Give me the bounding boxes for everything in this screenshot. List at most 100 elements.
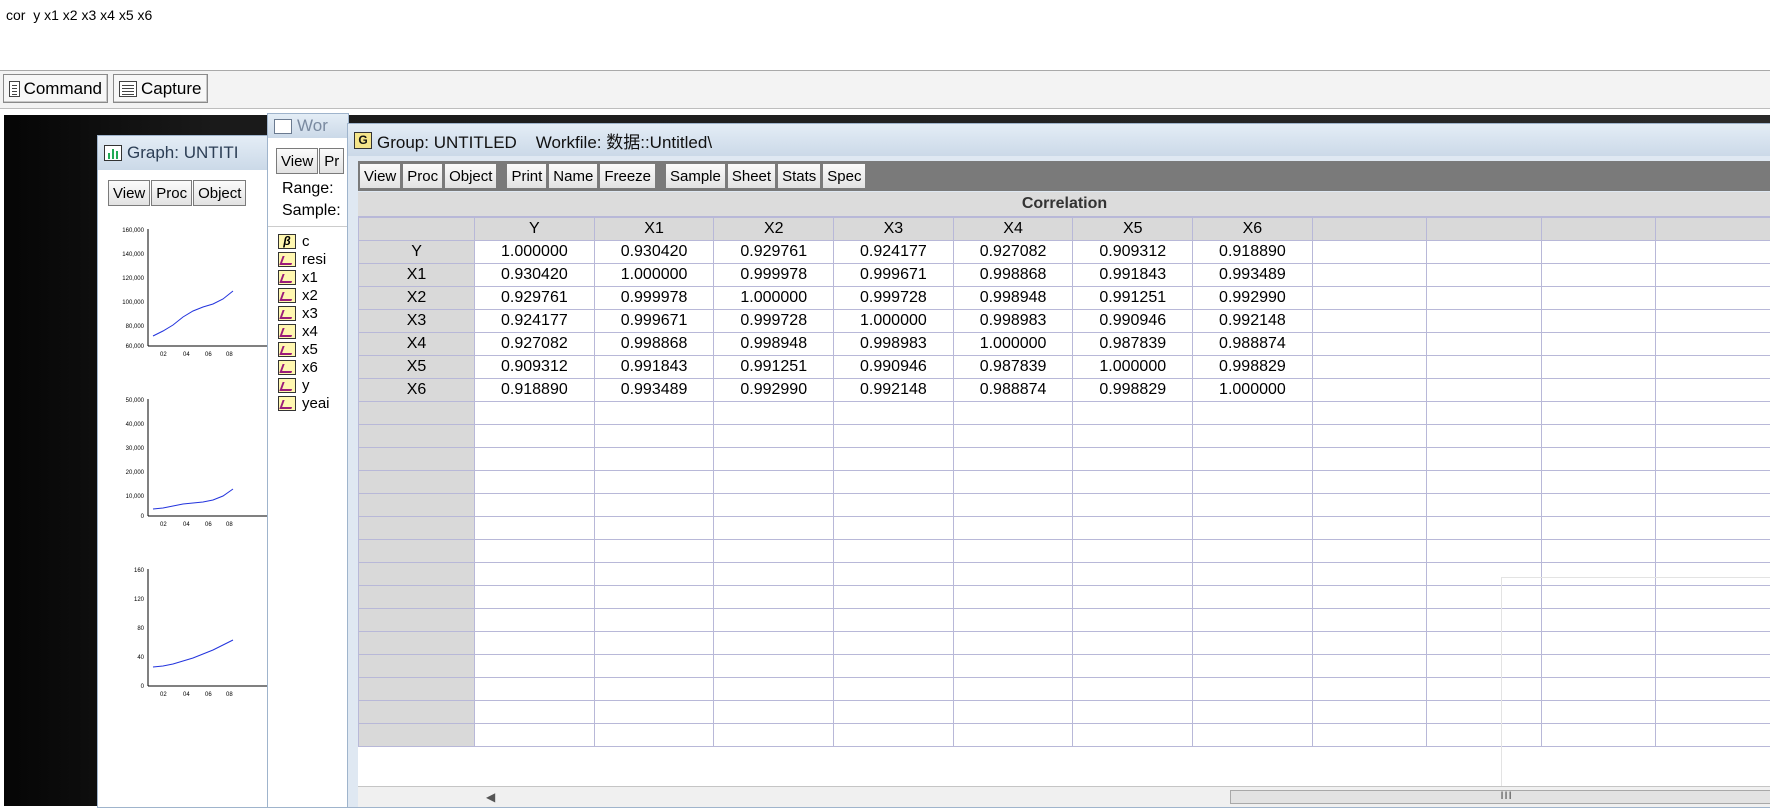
empty-cell[interactable] — [475, 563, 595, 586]
table-cell[interactable]: 0.991843 — [594, 356, 714, 379]
table-cell[interactable]: 0.999728 — [714, 310, 834, 333]
spec-button[interactable]: Spec — [822, 163, 866, 189]
empty-cell[interactable] — [1656, 471, 1770, 494]
empty-cell[interactable] — [1427, 310, 1542, 333]
table-cell[interactable]: 0.918890 — [1193, 241, 1313, 264]
empty-cell[interactable] — [594, 425, 714, 448]
table-cell[interactable]: 0.998983 — [834, 333, 954, 356]
table-cell[interactable]: 0.924177 — [834, 241, 954, 264]
empty-cell[interactable] — [834, 678, 954, 701]
empty-cell[interactable] — [714, 586, 834, 609]
empty-cell[interactable] — [1541, 402, 1656, 425]
empty-cell[interactable] — [953, 425, 1073, 448]
empty-cell[interactable] — [1541, 264, 1656, 287]
empty-cell[interactable] — [1073, 540, 1193, 563]
table-cell[interactable]: 0.990946 — [1073, 310, 1193, 333]
empty-cell[interactable] — [1312, 333, 1427, 356]
empty-cell[interactable] — [1312, 724, 1427, 747]
empty-cell[interactable] — [1193, 471, 1313, 494]
empty-cell[interactable] — [1427, 517, 1542, 540]
column-header-x3[interactable]: X3 — [834, 218, 954, 241]
empty-cell[interactable] — [475, 402, 595, 425]
workfile-window[interactable]: Wor View Pr Range: Sample: β c resi x1 x… — [267, 113, 349, 808]
table-cell[interactable]: 0.992148 — [1193, 310, 1313, 333]
empty-cell[interactable] — [953, 609, 1073, 632]
workfile-item-c[interactable]: β c — [278, 232, 310, 250]
group-window-titlebar[interactable]: G Group: UNTITLED Workfile: 数据::Untitled… — [348, 124, 1770, 156]
empty-cell[interactable] — [1541, 494, 1656, 517]
column-header-y[interactable]: Y — [475, 218, 595, 241]
empty-cell[interactable] — [594, 724, 714, 747]
empty-cell[interactable] — [1193, 540, 1313, 563]
table-cell[interactable]: 0.992990 — [714, 379, 834, 402]
table-cell[interactable]: 0.927082 — [953, 241, 1073, 264]
empty-cell[interactable] — [1073, 402, 1193, 425]
empty-cell[interactable] — [1427, 448, 1542, 471]
table-cell[interactable]: 0.909312 — [475, 356, 595, 379]
empty-cell[interactable] — [594, 448, 714, 471]
workfile-item-resid[interactable]: resi — [278, 250, 326, 268]
empty-cell[interactable] — [1073, 609, 1193, 632]
empty-cell[interactable] — [1312, 609, 1427, 632]
row-header-x4[interactable]: X4 — [359, 333, 475, 356]
table-cell[interactable]: 0.999978 — [714, 264, 834, 287]
empty-cell[interactable] — [1427, 287, 1542, 310]
empty-cell[interactable] — [1656, 540, 1770, 563]
empty-cell[interactable] — [1427, 241, 1542, 264]
empty-cell[interactable] — [1427, 333, 1542, 356]
row-header-empty[interactable] — [359, 724, 475, 747]
empty-cell[interactable] — [594, 586, 714, 609]
row-header-empty[interactable] — [359, 632, 475, 655]
table-cell[interactable]: 0.930420 — [594, 241, 714, 264]
empty-cell[interactable] — [714, 655, 834, 678]
empty-cell[interactable] — [1656, 310, 1770, 333]
empty-cell[interactable] — [1312, 678, 1427, 701]
row-header-x6[interactable]: X6 — [359, 379, 475, 402]
empty-cell[interactable] — [1656, 264, 1770, 287]
row-header-empty[interactable] — [359, 655, 475, 678]
workfile-item-x5[interactable]: x5 — [278, 340, 318, 358]
empty-cell[interactable] — [1541, 517, 1656, 540]
empty-cell[interactable] — [714, 678, 834, 701]
empty-cell[interactable] — [1427, 471, 1542, 494]
row-header-empty[interactable] — [359, 540, 475, 563]
empty-cell[interactable] — [834, 701, 954, 724]
empty-cell[interactable] — [1193, 448, 1313, 471]
empty-cell[interactable] — [594, 494, 714, 517]
empty-cell[interactable] — [594, 517, 714, 540]
empty-cell[interactable] — [953, 540, 1073, 563]
empty-cell[interactable] — [1656, 241, 1770, 264]
workfile-proc-button[interactable]: Pr — [319, 148, 344, 174]
empty-cell[interactable] — [953, 701, 1073, 724]
empty-cell[interactable] — [1312, 241, 1427, 264]
row-header-empty[interactable] — [359, 425, 475, 448]
empty-cell[interactable] — [1312, 517, 1427, 540]
scrollbar-thumb[interactable]: III — [1230, 790, 1770, 804]
empty-cell[interactable] — [1193, 678, 1313, 701]
row-header-empty[interactable] — [359, 471, 475, 494]
table-cell[interactable]: 0.993489 — [594, 379, 714, 402]
empty-cell[interactable] — [834, 402, 954, 425]
empty-cell[interactable] — [594, 540, 714, 563]
empty-cell[interactable] — [1193, 724, 1313, 747]
empty-cell[interactable] — [1193, 402, 1313, 425]
row-header-x3[interactable]: X3 — [359, 310, 475, 333]
table-cell[interactable]: 0.998829 — [1193, 356, 1313, 379]
print-button[interactable]: Print — [506, 163, 547, 189]
empty-cell[interactable] — [475, 701, 595, 724]
empty-cell[interactable] — [475, 471, 595, 494]
empty-cell[interactable] — [1073, 701, 1193, 724]
empty-cell[interactable] — [1312, 264, 1427, 287]
table-cell[interactable]: 0.993489 — [1193, 264, 1313, 287]
empty-cell[interactable] — [1073, 494, 1193, 517]
proc-button[interactable]: Proc — [402, 163, 443, 189]
empty-cell[interactable] — [1193, 632, 1313, 655]
object-button[interactable]: Object — [444, 163, 497, 189]
empty-cell[interactable] — [953, 563, 1073, 586]
empty-cell[interactable] — [714, 609, 834, 632]
empty-cell[interactable] — [834, 425, 954, 448]
empty-cell[interactable] — [1427, 356, 1542, 379]
empty-cell[interactable] — [1656, 494, 1770, 517]
empty-cell[interactable] — [1193, 609, 1313, 632]
empty-cell[interactable] — [834, 563, 954, 586]
